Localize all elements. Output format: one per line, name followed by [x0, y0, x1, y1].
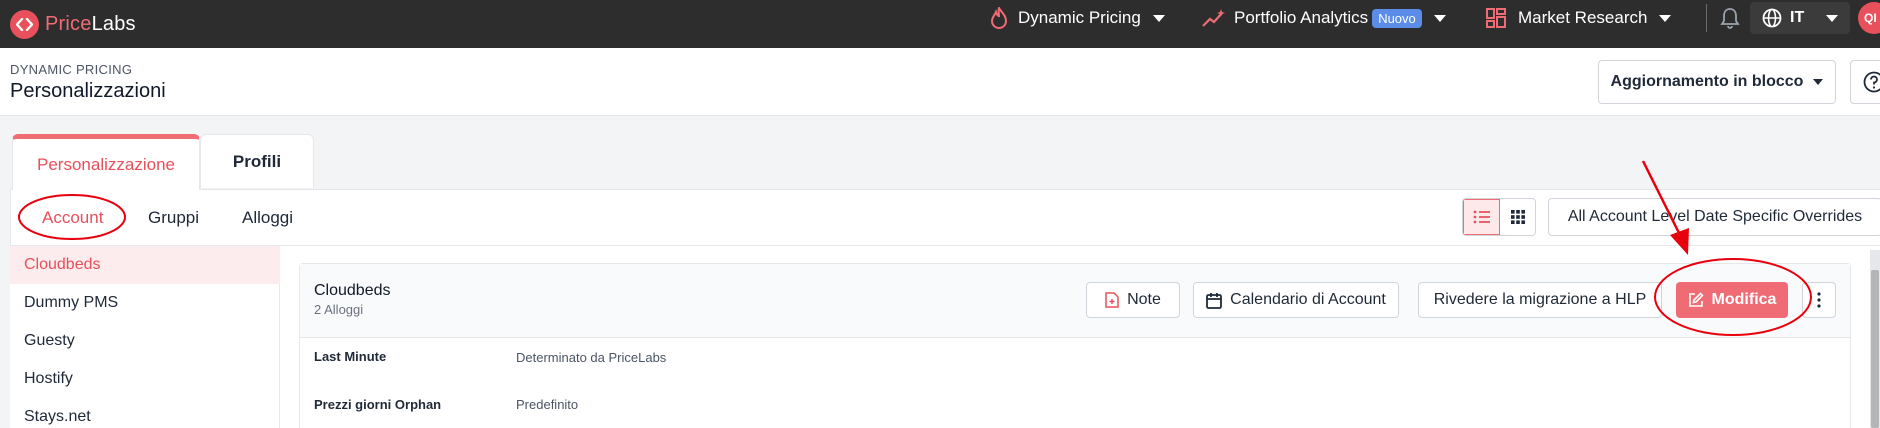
grid-icon	[1510, 209, 1526, 225]
globe-icon	[1762, 8, 1782, 28]
account-name: Cloudbeds	[314, 282, 391, 299]
chevron-down-icon	[1152, 14, 1165, 22]
review-hlp-migration-button[interactable]: Rivedere la migrazione a HLP	[1418, 282, 1662, 318]
note-button[interactable]: Note	[1086, 282, 1180, 318]
nav-dynamic-pricing[interactable]: Dynamic Pricing	[990, 0, 1165, 36]
kebab-icon	[1817, 292, 1821, 308]
chevron-down-icon	[1813, 79, 1824, 85]
scrollbar-thumb[interactable]	[1871, 270, 1879, 428]
more-options-button[interactable]	[1802, 282, 1836, 318]
avatar[interactable]: QI	[1858, 2, 1880, 34]
help-button[interactable]	[1850, 60, 1880, 104]
dashboard-icon	[1486, 8, 1506, 28]
brand-name-secondary: Labs	[91, 12, 136, 35]
calendar-icon	[1206, 292, 1223, 309]
page-header: DYNAMIC PRICING Personalizzazioni Aggior…	[0, 48, 1880, 116]
list-view-button[interactable]	[1463, 199, 1500, 235]
nav-divider	[1706, 4, 1707, 32]
bulk-update-button[interactable]: Aggiornamento in blocco	[1598, 60, 1836, 104]
help-icon	[1863, 71, 1880, 93]
code-icon	[10, 9, 39, 39]
language-code: IT	[1790, 9, 1805, 26]
breadcrumb: DYNAMIC PRICING	[10, 62, 133, 77]
note-label: Note	[1127, 291, 1161, 308]
setting-value-last-minute: Determinato da PriceLabs	[516, 350, 667, 365]
sidebar-item-dummy-pms[interactable]: Dummy PMS	[10, 284, 280, 322]
chevron-down-icon	[1433, 14, 1446, 22]
setting-label-last-minute: Last Minute	[314, 349, 387, 364]
page-title: Personalizzazioni	[10, 80, 166, 102]
account-calendar-button[interactable]: Calendario di Account	[1193, 282, 1399, 318]
nav-market-research-label: Market Research	[1518, 8, 1648, 27]
edit-icon	[1688, 292, 1704, 308]
flame-icon	[990, 7, 1008, 29]
bell-icon	[1720, 7, 1740, 29]
chevron-down-icon	[1659, 14, 1672, 22]
setting-label-orphan-days: Prezzi giorni Orphan	[314, 397, 442, 412]
nav-dynamic-pricing-label: Dynamic Pricing	[1018, 8, 1141, 27]
note-icon	[1105, 292, 1119, 308]
tab-personalizzazione[interactable]: Personalizzazione	[12, 134, 200, 190]
review-hlp-migration-label: Rivedere la migrazione a HLP	[1433, 291, 1647, 308]
sidebar-item-cloudbeds[interactable]: Cloudbeds	[10, 246, 280, 284]
setting-value-orphan-days: Predefinito	[516, 397, 579, 412]
sidebar-item-guesty[interactable]: Guesty	[10, 322, 280, 360]
account-listing-count: 2 Alloggi	[314, 302, 364, 317]
nav-portfolio-analytics[interactable]: Portfolio Analytics Nuovo	[1202, 0, 1446, 36]
tab-profili[interactable]: Profili	[200, 134, 314, 188]
pms-sidebar: Cloudbeds Dummy PMS Guesty Hostify Stays…	[10, 246, 280, 428]
nav-portfolio-analytics-label: Portfolio Analytics	[1234, 8, 1369, 27]
nav-market-research[interactable]: Market Research	[1486, 0, 1672, 36]
subtab-alloggi[interactable]: Alloggi	[242, 198, 293, 238]
sidebar-item-stays-net[interactable]: Stays.net	[10, 398, 280, 428]
brand-name-primary: Price	[45, 12, 92, 35]
notifications-button[interactable]	[1720, 0, 1740, 36]
sparkle-chart-icon	[1202, 8, 1226, 28]
edit-label: Modifica	[1711, 291, 1777, 308]
sidebar-item-hostify[interactable]: Hostify	[10, 360, 280, 398]
language-selector[interactable]: IT	[1750, 2, 1850, 34]
brand-name: PriceLabs	[45, 13, 136, 36]
new-badge: Nuovo	[1372, 8, 1422, 28]
subtab-gruppi[interactable]: Gruppi	[148, 198, 199, 238]
account-calendar-label: Calendario di Account	[1230, 291, 1386, 308]
edit-button[interactable]: Modifica	[1676, 282, 1788, 318]
brand-logo[interactable]: PriceLabs	[10, 6, 136, 42]
date-overrides-button[interactable]: All Account Level Date Specific Override…	[1548, 198, 1880, 236]
grid-view-button[interactable]	[1500, 199, 1535, 235]
view-toggle	[1462, 198, 1536, 236]
list-icon	[1473, 209, 1491, 225]
bulk-update-label: Aggiornamento in blocco	[1610, 73, 1804, 90]
top-navbar: PriceLabs Dynamic Pricing Portfolio Anal…	[0, 0, 1880, 48]
chevron-down-icon	[1826, 14, 1839, 22]
subtab-account[interactable]: Account	[42, 198, 103, 238]
